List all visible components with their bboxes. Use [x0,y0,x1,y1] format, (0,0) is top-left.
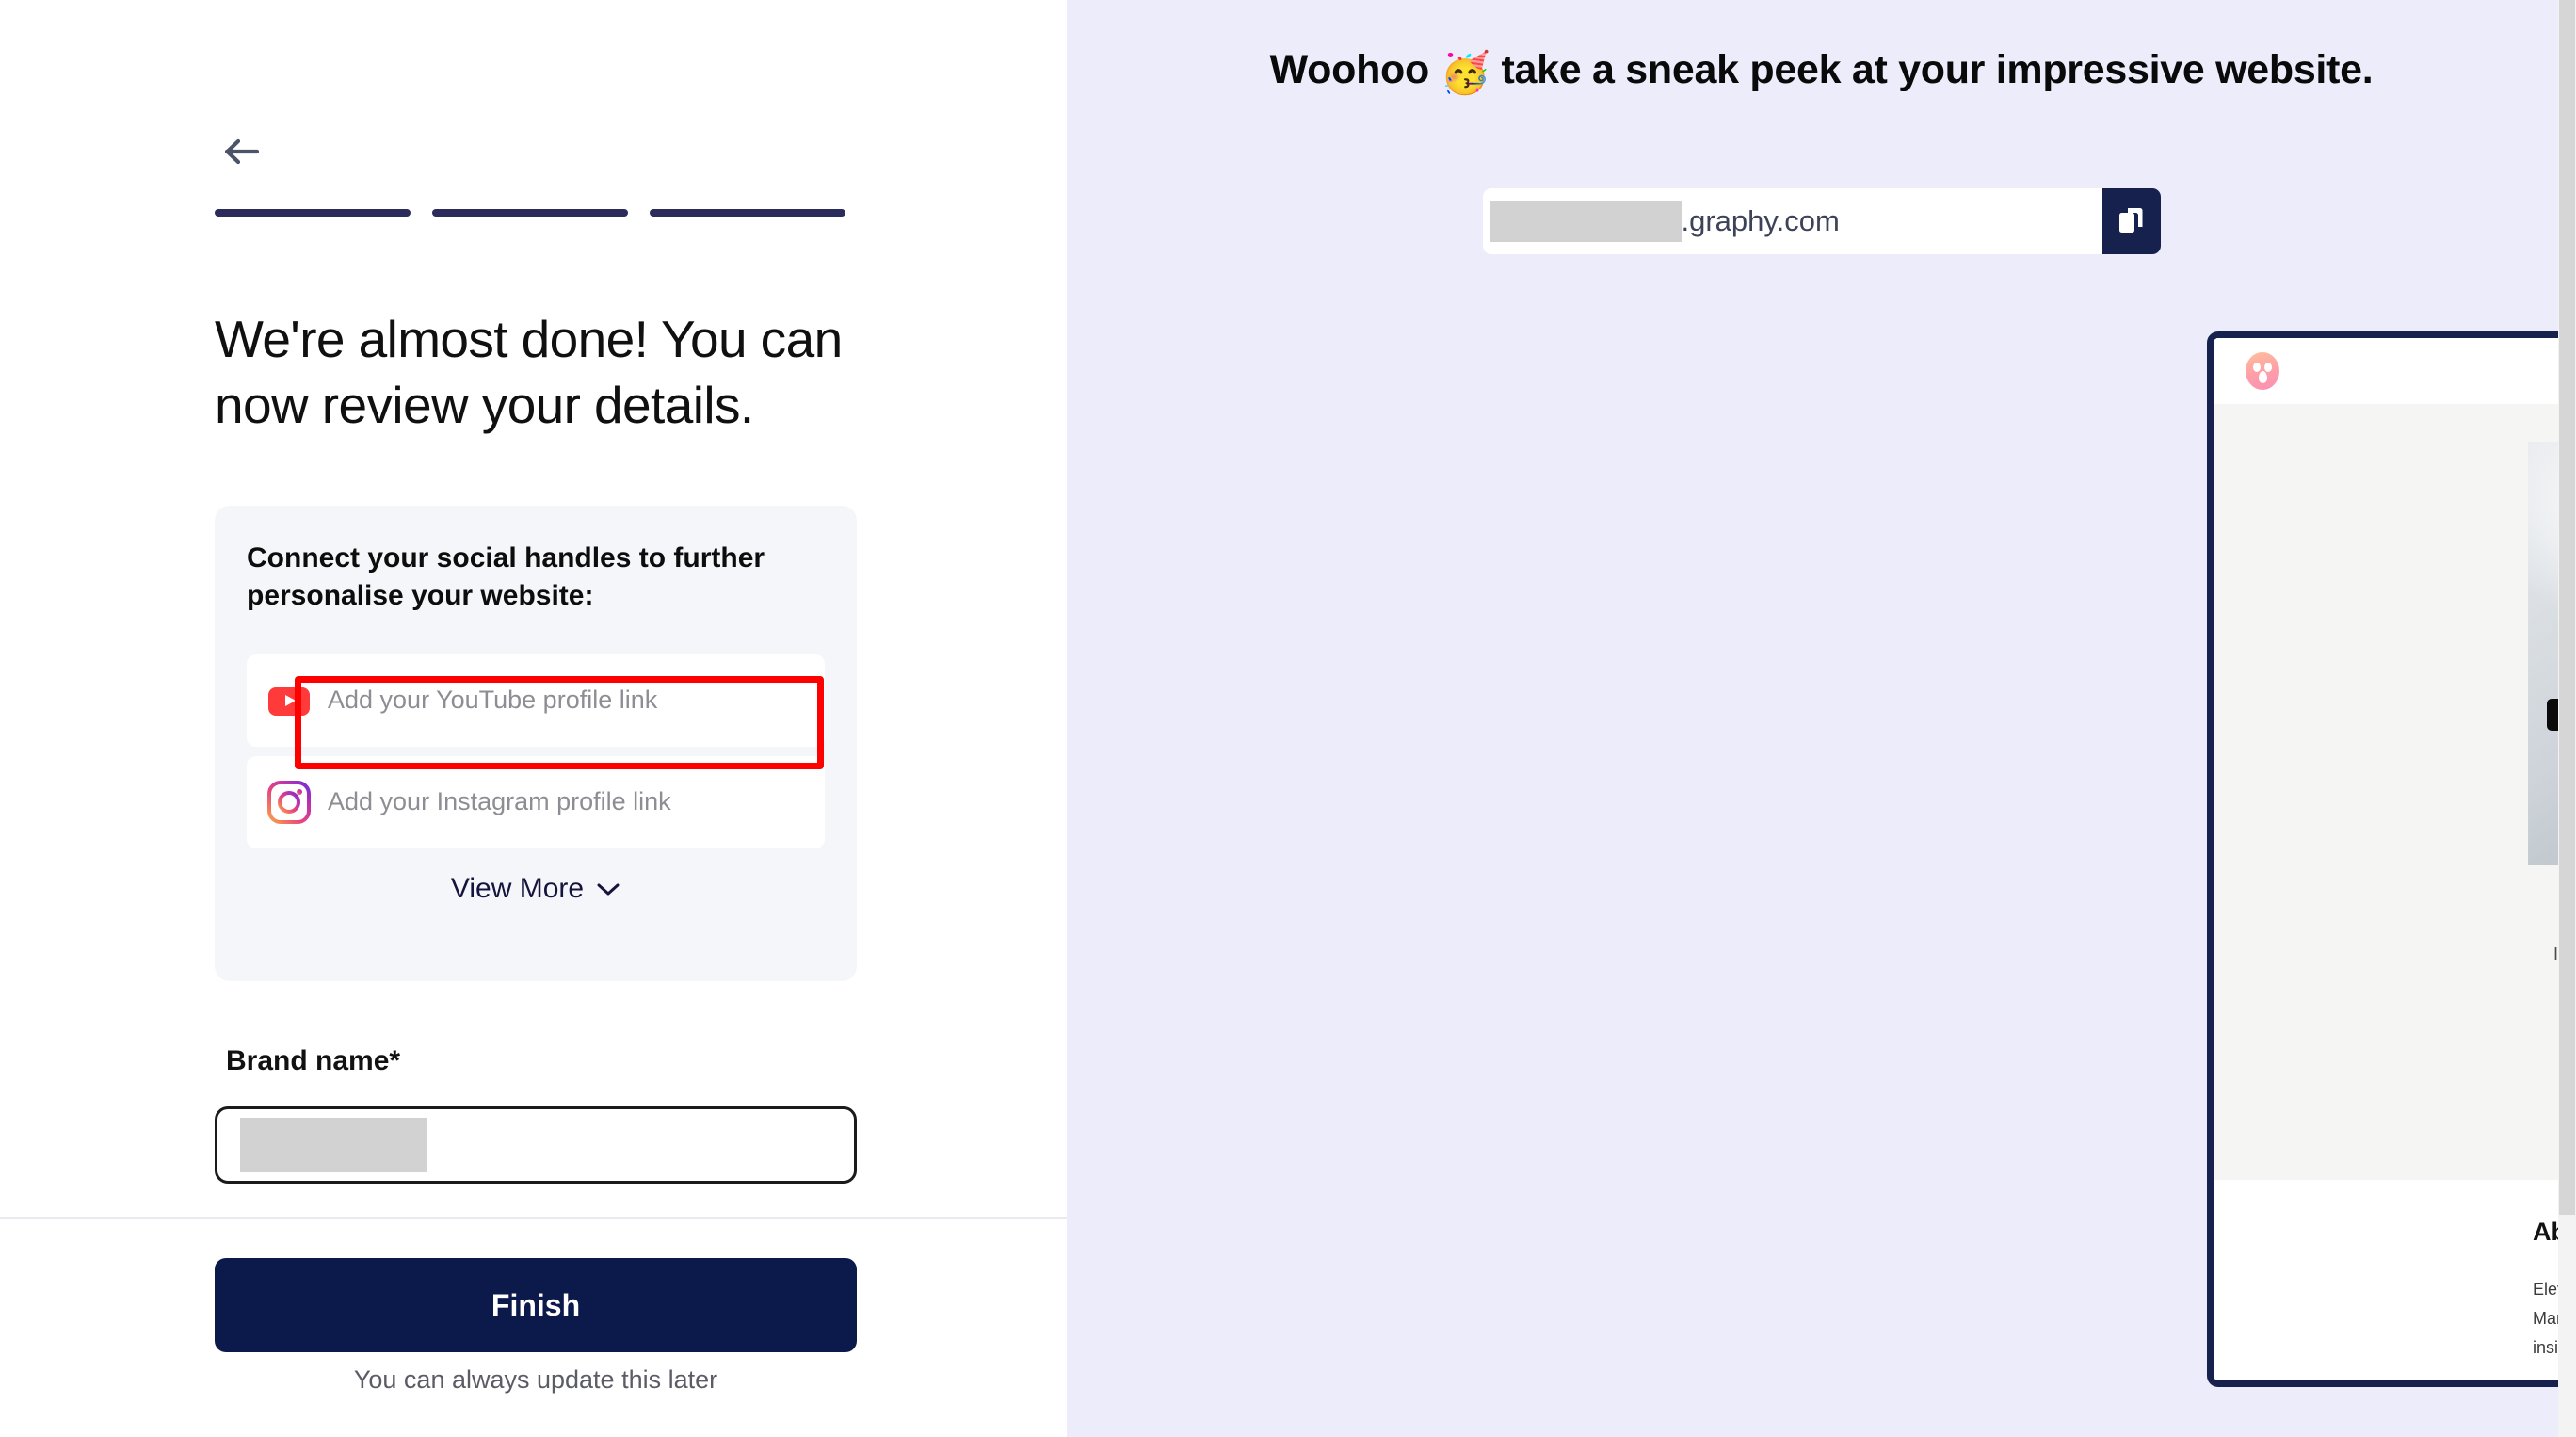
preview-navbar: About Courses Membership [2214,338,2576,404]
instagram-icon [267,780,311,824]
arrow-left-icon [223,135,265,171]
preview-heading: Woohoo 🥳 take a sneak peek at your impre… [1067,47,2576,97]
youtube-icon [267,679,311,722]
instagram-input-placeholder: Add your Instagram profile link [328,787,671,816]
back-button[interactable] [218,127,269,178]
view-more-button[interactable]: View More [247,873,825,905]
chevron-down-icon [596,873,620,905]
preview-social-links [2214,1048,2576,1071]
youtube-input-placeholder: Add your YouTube profile link [328,686,658,715]
page-scrollbar[interactable] [2558,0,2576,1437]
party-face-emoji-icon: 🥳 [1440,51,1491,96]
instagram-input-row[interactable]: Add your Instagram profile link [247,755,825,848]
social-handles-card: Connect your social handles to further p… [215,506,857,981]
site-url-bar: .graphy.com [1482,188,2161,254]
preview-heading-before: Woohoo [1269,47,1430,92]
youtube-input-row[interactable]: Add your YouTube profile link [247,654,825,747]
page-title: We're almost done! You can now review yo… [215,310,843,435]
site-url-redacted-subdomain [1489,201,1682,242]
preview-heading-after: take a sneak peek at your impressive web… [1501,47,2374,92]
site-url-field[interactable]: .graphy.com [1482,188,2102,254]
progress-step-1 [215,209,411,217]
copy-icon [2117,205,2146,238]
form-divider [0,1217,1067,1219]
view-more-label: View More [450,872,585,904]
social-card-title: Connect your social handles to further p… [247,542,765,611]
left-form-panel: We're almost done! You can now review yo… [0,0,1067,1437]
copy-url-button[interactable] [2101,188,2161,254]
site-url-domain: .graphy.com [1681,204,1840,237]
brand-logo-icon [2246,352,2279,390]
progress-indicator [215,209,845,217]
finish-button[interactable]: Finish [215,1258,857,1352]
website-preview-panel: Woohoo 🥳 take a sneak peek at your impre… [1067,0,2576,1437]
preview-about-section: About the creator Elevate your learning … [2214,1179,2576,1363]
site-preview-frame[interactable]: About Courses Membership [2207,331,2576,1387]
preview-hero-section: Ignite your entrepreneurial spirit with … [2214,404,2576,1180]
brand-name-input[interactable] [215,1106,857,1184]
site-preview-body: About Courses Membership [2214,338,2576,1380]
progress-step-2 [432,209,628,217]
page-scrollbar-thumb[interactable] [2559,0,2575,1215]
brand-name-label: Brand name* [226,1045,401,1076]
side-drawer-handle[interactable] [2547,699,2558,731]
finish-note: You can always update this later [353,1365,718,1394]
brand-name-redacted-value [240,1118,427,1172]
progress-step-3 [650,209,845,217]
onboarding-page: We're almost done! You can now review yo… [0,0,2576,1437]
